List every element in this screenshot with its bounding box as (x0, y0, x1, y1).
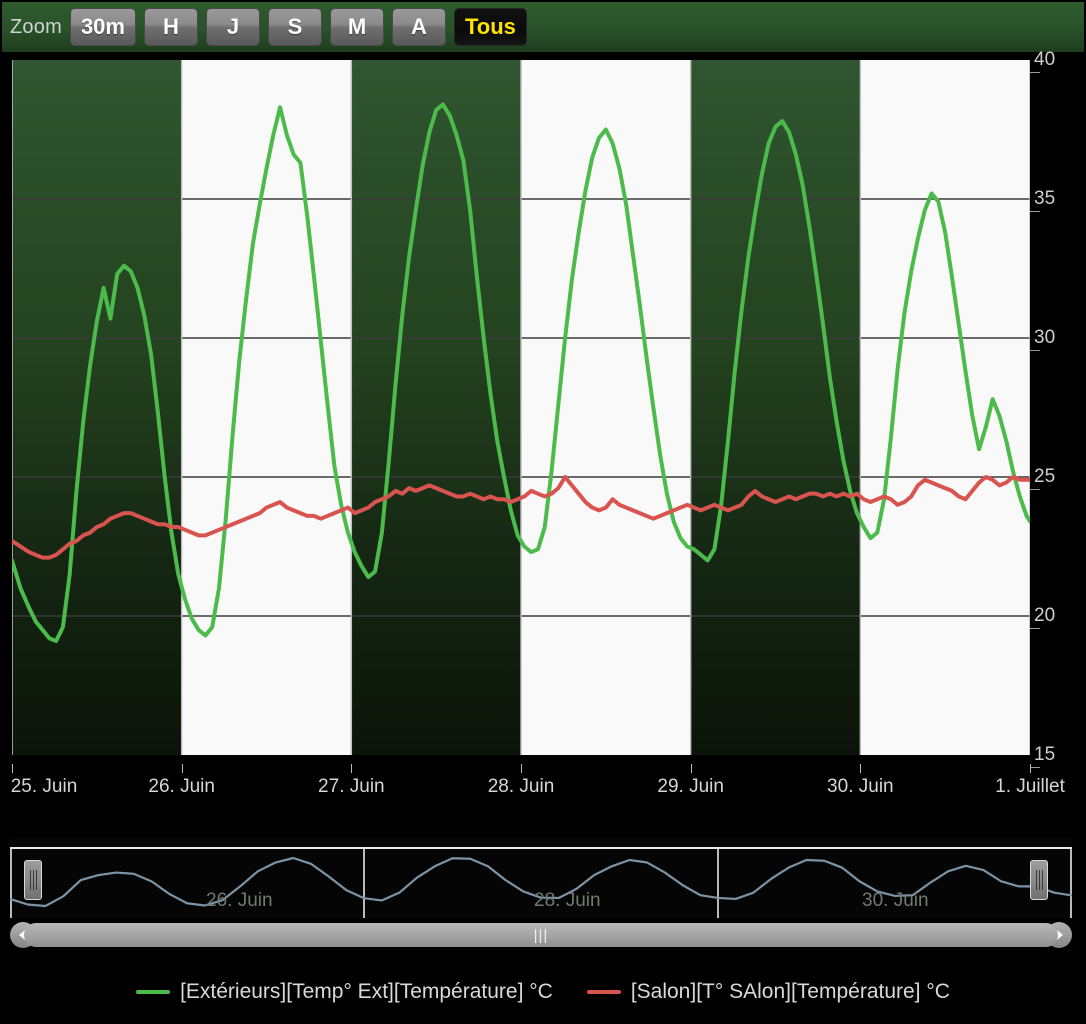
y-axis-tick (1030, 350, 1040, 351)
y-axis-tick-label: 40 (1034, 49, 1056, 70)
plot-canvas[interactable] (12, 60, 1030, 755)
navigator-date-label: 28. Juin (534, 890, 601, 911)
x-axis-tick (860, 764, 862, 773)
x-axis-tick (521, 764, 522, 773)
x-axis-tick-label: 29. Juin (657, 776, 724, 797)
y-axis: 15 20 25 30 35 40 (1030, 49, 1084, 822)
zoom-button-a[interactable]: A (391, 8, 446, 46)
horizontal-scrollbar[interactable]: ||| (10, 922, 1072, 948)
x-axis-tick-label: 26. Juin (148, 776, 215, 797)
x-axis-tick (181, 764, 183, 773)
y-axis-tick (1030, 211, 1040, 212)
x-axis-tick-label: 1. Juillet (995, 776, 1065, 797)
navigator-left-handle[interactable] (24, 860, 42, 900)
y-axis-tick (1030, 489, 1040, 490)
navigator-date-label: 26. Juin (206, 890, 273, 911)
series-lines (12, 102, 1030, 644)
x-axis-tick (690, 764, 692, 773)
y-axis-tick (1030, 628, 1040, 629)
zoom-button-h[interactable]: H (143, 8, 198, 46)
chart-application: Zoom 30m H J S M A Tous 15 20 25 30 35 40 25.… (0, 0, 1086, 1024)
y-axis-tick-label: 20 (1034, 605, 1056, 626)
y-axis-tick-label: 25 (1034, 466, 1056, 487)
x-axis-tick (1030, 764, 1031, 773)
y-axis-tick (1030, 72, 1040, 73)
y-axis-tick-label: 30 (1034, 327, 1056, 348)
chart-plot-area: 15 20 25 30 35 40 25. Juin 26. Juin 27. Juin 28.… (2, 49, 1084, 822)
legend-item-exterieurs[interactable]: [Extérieurs][Temp° Ext][Température] °C (136, 980, 553, 1004)
legend-label: [Extérieurs][Temp° Ext][Température] °C (180, 980, 553, 1003)
legend-swatch-green (136, 990, 171, 994)
x-axis-tick (351, 764, 353, 773)
zoom-button-tous[interactable]: Tous (453, 8, 527, 46)
zoom-button-s[interactable]: S (267, 8, 322, 46)
x-axis-tick (12, 764, 13, 773)
navigator-right-handle[interactable] (1030, 860, 1048, 900)
zoom-button-30m[interactable]: 30m (69, 8, 136, 46)
x-axis-tick-label: 25. Juin (10, 776, 78, 797)
zoom-button-j[interactable]: J (205, 8, 260, 46)
chart-legend: [Extérieurs][Temp° Ext][Température] °C … (0, 962, 1086, 1022)
zoom-toolbar: Zoom 30m H J S M A Tous (2, 2, 1084, 52)
legend-swatch-red (586, 990, 621, 994)
navigator[interactable]: 26. Juin 28. Juin 30. Juin (10, 838, 1072, 918)
zoom-label: Zoom (10, 15, 62, 38)
y-axis-tick-label: 35 (1034, 188, 1056, 209)
scrollbar-thumb[interactable]: ||| (24, 923, 1058, 947)
scrollbar-grip: ||| (533, 926, 549, 944)
legend-label: [Salon][T° SAlon][Température] °C (630, 980, 950, 1003)
x-axis: 25. Juin 26. Juin 27. Juin 28. Juin 29. Juin… (2, 764, 1084, 814)
zoom-button-m[interactable]: M (329, 8, 384, 46)
legend-item-salon[interactable]: [Salon][T° SAlon][Température] °C (586, 980, 950, 1004)
y-axis-tick-label: 15 (1034, 744, 1056, 765)
x-axis-tick-label: 27. Juin (318, 776, 385, 797)
series-line (12, 102, 1030, 644)
navigator-date-label: 30. Juin (862, 890, 929, 911)
x-axis-tick-label: 28. Juin (487, 776, 555, 797)
x-axis-tick-label: 30. Juin (827, 776, 894, 797)
